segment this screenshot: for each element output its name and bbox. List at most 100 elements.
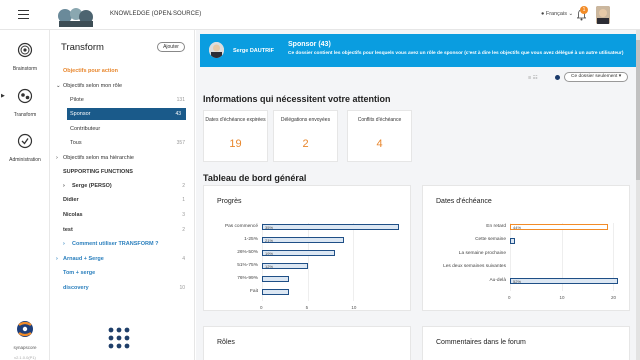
banner-avatar [209, 42, 224, 58]
scrollbar-thumb[interactable] [636, 40, 640, 180]
view-toggle-icons[interactable]: ≡ ☷ [528, 75, 538, 81]
scope-dropdown[interactable]: Ce dossier seulement ▾ [564, 72, 628, 82]
tree-item-label: Comment utiliser TRANSFORM ? [72, 241, 159, 247]
brainstorm-icon [17, 42, 33, 58]
nav-transform[interactable]: Transform [0, 88, 50, 118]
kpi-sent-delegations[interactable]: Délégations envoyées 2 [273, 110, 338, 162]
kpi-value: 2 [302, 138, 309, 150]
card-title: Rôles [217, 339, 235, 346]
tree-item-discovery[interactable]: discovery 10 [50, 282, 195, 294]
folder-banner: Serge DAUTRIF Sponsor (43) Ce dossier co… [200, 34, 636, 67]
nav-brainstorm[interactable]: Brainstorm [0, 42, 50, 72]
tree-item-actions[interactable]: Objectifs pour action [50, 65, 195, 77]
chart-bar[interactable] [262, 224, 399, 230]
tree-item-supporting[interactable]: SUPPORTING FUNCTIONS [50, 166, 195, 178]
left-navigation: Brainstorm ▶ Transform Administration sy… [0, 30, 50, 360]
tree-item-label: Objectifs selon ma hiérarchie [63, 155, 134, 161]
kpi-value: 4 [376, 138, 383, 150]
kpi-value: 19 [229, 138, 242, 150]
chart-category-label: La semaine prochaine [458, 250, 506, 256]
tree-item-label: test [63, 227, 73, 233]
tree-item-sponsor[interactable]: Sponsor 43 [67, 108, 186, 120]
chart-bar[interactable] [510, 237, 516, 244]
kpi-deadline-conflicts[interactable]: Conflits d'échéance 4 [347, 110, 412, 162]
card-title: Commentaires dans le forum [436, 339, 526, 346]
forum-card: Commentaires dans le forum [422, 326, 630, 360]
chart-category-label: En retard [486, 223, 506, 229]
tree-item-serge-perso[interactable]: › Serge (PERSO) 2 [50, 180, 195, 192]
tree-item-role[interactable]: ⌄ Objectifs selon mon rôle [50, 80, 195, 92]
chart-bar[interactable] [262, 289, 290, 295]
tree-item-tom-serge[interactable]: Tom + serge [50, 267, 195, 279]
chart-category-label: 26%-50% [237, 249, 258, 255]
banner-description: Ce dossier contient les objectifs pour l… [288, 51, 624, 56]
chevron-right-icon[interactable]: › [56, 152, 58, 164]
filter-indicator-icon [555, 75, 560, 80]
chart-bar[interactable] [510, 224, 608, 230]
tree-item-count: 4 [182, 256, 185, 262]
tree-item-contributeur[interactable]: Contributeur [50, 123, 195, 135]
tree-item-hierarchy[interactable]: › Objectifs selon ma hiérarchie [50, 152, 195, 164]
tree-item-label: Nicolas [63, 212, 83, 218]
knowledge-title[interactable]: KNOWLEDGE (OPEN SOURCE) [110, 11, 201, 17]
chart-tick-label: 10 [351, 305, 357, 310]
nav-label: Administration [9, 157, 41, 163]
chart-tick-label: 0 [508, 294, 511, 300]
chart-category-label: Cette semaine [475, 237, 506, 242]
nav-administration[interactable]: Administration [0, 133, 50, 163]
notification-badge: 1 [580, 6, 588, 14]
add-button[interactable]: Ajouter [157, 42, 185, 52]
chevron-right-icon[interactable]: › [63, 180, 65, 192]
tree-item-arnaud-serge[interactable]: › Arnaud + Serge 4 [50, 253, 195, 265]
roles-card: Rôles [203, 326, 411, 360]
tree-item-count: 43 [175, 111, 181, 117]
panel-title: Transform [61, 42, 104, 53]
scope-dropdown-label: Ce dossier seulement [571, 74, 618, 79]
chart-gridline [307, 223, 309, 301]
tree-item-count: 2 [182, 183, 185, 189]
tree-item-label: Pilote [70, 97, 84, 103]
tree-item-label: Contributeur [70, 126, 101, 132]
tree-item-count: 10 [179, 285, 185, 291]
synapscore-logo-icon [17, 321, 33, 337]
chart-bar[interactable] [510, 278, 619, 284]
version-label: v2.1.0.0(P1) [14, 355, 36, 360]
card-title: Dates d'échéance [436, 198, 492, 205]
chart-category-label: 51%-75% [237, 262, 258, 268]
tree-item-count: 357 [176, 140, 185, 146]
chevron-right-icon[interactable]: › [56, 253, 58, 265]
kpi-expired-deadlines[interactable]: Dates d'échéance expirées 19 [203, 110, 268, 162]
chart-category-label: Au-delà [489, 277, 506, 283]
tree-item-count: 2 [182, 227, 185, 233]
chevron-down-icon[interactable]: ⌄ [56, 80, 61, 92]
tree-item-pilote[interactable]: Pilote 131 [50, 94, 195, 106]
user-avatar[interactable] [596, 6, 610, 24]
deadlines-card: Dates d'échéance 0 10 20 En retard 44% Cette … [422, 185, 630, 311]
tree-item-didier[interactable]: Didier 1 [50, 194, 195, 206]
tree-item-nicolas[interactable]: Nicolas 3 [50, 209, 195, 221]
chart-bar[interactable] [262, 276, 290, 282]
chevron-right-icon[interactable]: › [63, 238, 65, 250]
tree-item-label: Arnaud + Serge [63, 256, 104, 262]
tree-item-tous[interactable]: Tous 357 [50, 137, 195, 149]
chart-tick-label: 20 [611, 294, 617, 300]
avatar-image [209, 42, 224, 58]
kpi-label: Conflits d'échéance [357, 117, 402, 123]
chart-bar[interactable] [262, 237, 345, 243]
chevron-down-icon[interactable]: ⌄ [168, 9, 174, 17]
chart-data-label: 35% [265, 225, 274, 230]
apps-grid-icon[interactable] [108, 327, 130, 349]
kpi-label: Dates d'échéance expirées [205, 117, 266, 123]
nav-label: Transform [13, 112, 37, 118]
tree-item-label: Tous [70, 140, 82, 146]
chart-data-label: 19% [265, 251, 274, 256]
tree-item-test[interactable]: test 2 [50, 224, 195, 236]
attention-title: Informations qui nécessitent votre atten… [203, 94, 391, 104]
chart-category-label: 76%-99% [237, 275, 258, 281]
nav-label: Brainstorm [12, 66, 38, 72]
hamburger-menu-icon[interactable] [18, 10, 29, 19]
language-selector[interactable]: ● Français ⌄ [541, 11, 573, 17]
tree-item-comment-utiliser[interactable]: › Comment utiliser TRANSFORM ? [50, 238, 195, 250]
administration-icon [17, 133, 33, 149]
chart-category-label: 1-25% [244, 236, 258, 242]
